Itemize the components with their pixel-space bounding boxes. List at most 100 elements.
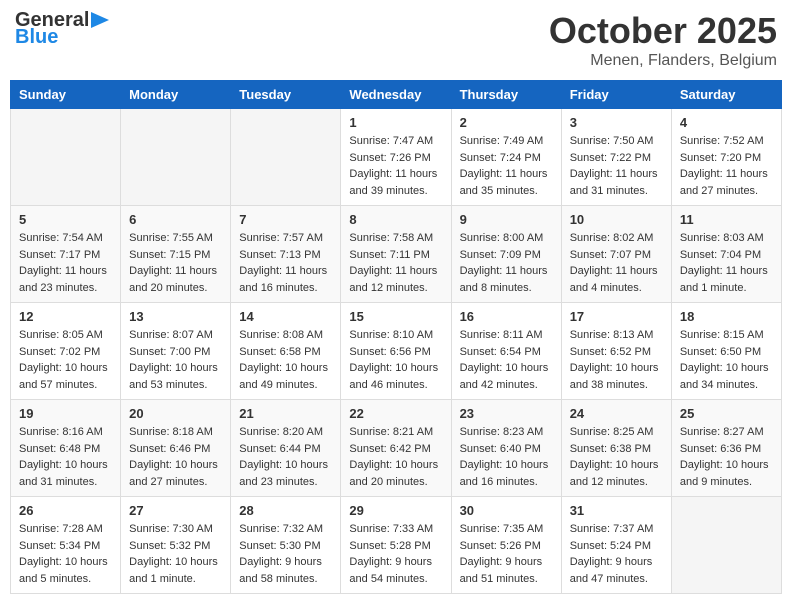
day-number: 21 <box>239 406 332 421</box>
calendar-cell: 2 Sunrise: 7:49 AM Sunset: 7:24 PM Daylig… <box>451 109 561 206</box>
day-number: 19 <box>19 406 112 421</box>
day-info: Sunrise: 7:50 AM Sunset: 7:22 PM Dayligh… <box>570 133 663 199</box>
day-info: Sunrise: 7:33 AM Sunset: 5:28 PM Dayligh… <box>349 521 442 587</box>
calendar-header-row: SundayMondayTuesdayWednesdayThursdayFrid… <box>11 81 782 109</box>
calendar-cell: 18 Sunrise: 8:15 AM Sunset: 6:50 PM Dayli… <box>671 303 781 400</box>
day-number: 30 <box>460 503 553 518</box>
calendar-cell: 3Sunrise: 7:50 AM Sunset: 7:22 PM Daylig… <box>561 109 671 206</box>
calendar-cell: 6 Sunrise: 7:55 AM Sunset: 7:15 PM Daylig… <box>121 206 231 303</box>
calendar-cell: 11 Sunrise: 8:03 AM Sunset: 7:04 PM Dayli… <box>671 206 781 303</box>
day-number: 12 <box>19 309 112 324</box>
day-info: Sunrise: 8:23 AM Sunset: 6:40 PM Dayligh… <box>460 424 553 490</box>
calendar-week-2: 5 Sunrise: 7:54 AM Sunset: 7:17 PM Daylig… <box>11 206 782 303</box>
title-section: October 2025 Menen, Flanders, Belgium <box>549 10 777 70</box>
location-text: Menen, Flanders, Belgium <box>549 52 777 70</box>
day-info: Sunrise: 8:03 AM Sunset: 7:04 PM Dayligh… <box>680 230 773 296</box>
day-number: 26 <box>19 503 112 518</box>
day-number: 13 <box>129 309 222 324</box>
day-info: Sunrise: 7:54 AM Sunset: 7:17 PM Dayligh… <box>19 230 112 296</box>
logo-arrow-icon <box>91 12 109 28</box>
day-number: 16 <box>460 309 553 324</box>
day-info: Sunrise: 8:02 AM Sunset: 7:07 PM Dayligh… <box>570 230 663 296</box>
calendar-cell: 10 Sunrise: 8:02 AM Sunset: 7:07 PM Dayli… <box>561 206 671 303</box>
day-info: Sunrise: 8:08 AM Sunset: 6:58 PM Dayligh… <box>239 327 332 393</box>
calendar-cell: 24 Sunrise: 8:25 AM Sunset: 6:38 PM Dayli… <box>561 400 671 497</box>
day-number: 29 <box>349 503 442 518</box>
day-number: 10 <box>570 212 663 227</box>
calendar-week-3: 12 Sunrise: 8:05 AM Sunset: 7:02 PM Dayli… <box>11 303 782 400</box>
day-info: Sunrise: 7:58 AM Sunset: 7:11 PM Dayligh… <box>349 230 442 296</box>
day-info: Sunrise: 8:00 AM Sunset: 7:09 PM Dayligh… <box>460 230 553 296</box>
calendar-cell: 28 Sunrise: 7:32 AM Sunset: 5:30 PM Dayli… <box>231 497 341 594</box>
day-number: 25 <box>680 406 773 421</box>
calendar-week-4: 19 Sunrise: 8:16 AM Sunset: 6:48 PM Dayli… <box>11 400 782 497</box>
calendar-cell: 22 Sunrise: 8:21 AM Sunset: 6:42 PM Dayli… <box>341 400 451 497</box>
calendar-table: SundayMondayTuesdayWednesdayThursdayFrid… <box>10 80 782 594</box>
calendar-cell: 23 Sunrise: 8:23 AM Sunset: 6:40 PM Dayli… <box>451 400 561 497</box>
calendar-header-saturday: Saturday <box>671 81 781 109</box>
day-number: 17 <box>570 309 663 324</box>
calendar-cell: 5 Sunrise: 7:54 AM Sunset: 7:17 PM Daylig… <box>11 206 121 303</box>
calendar-cell: 1 Sunrise: 7:47 AM Sunset: 7:26 PM Daylig… <box>341 109 451 206</box>
day-number: 1 <box>349 115 442 130</box>
calendar-header-wednesday: Wednesday <box>341 81 451 109</box>
day-number: 23 <box>460 406 553 421</box>
calendar-cell: 12 Sunrise: 8:05 AM Sunset: 7:02 PM Dayli… <box>11 303 121 400</box>
logo-blue-text: Blue <box>15 26 58 49</box>
calendar-cell: 27 Sunrise: 7:30 AM Sunset: 5:32 PM Dayli… <box>121 497 231 594</box>
calendar-header-monday: Monday <box>121 81 231 109</box>
calendar-header-sunday: Sunday <box>11 81 121 109</box>
day-info: Sunrise: 8:11 AM Sunset: 6:54 PM Dayligh… <box>460 327 553 393</box>
day-number: 11 <box>680 212 773 227</box>
calendar-cell: 26Sunrise: 7:28 AM Sunset: 5:34 PM Dayli… <box>11 497 121 594</box>
calendar-week-5: 26Sunrise: 7:28 AM Sunset: 5:34 PM Dayli… <box>11 497 782 594</box>
day-number: 27 <box>129 503 222 518</box>
logo: General Blue <box>15 10 109 49</box>
day-number: 22 <box>349 406 442 421</box>
calendar-header-thursday: Thursday <box>451 81 561 109</box>
calendar-header-friday: Friday <box>561 81 671 109</box>
day-number: 6 <box>129 212 222 227</box>
day-number: 28 <box>239 503 332 518</box>
calendar-cell: 29 Sunrise: 7:33 AM Sunset: 5:28 PM Dayli… <box>341 497 451 594</box>
day-number: 9 <box>460 212 553 227</box>
day-number: 20 <box>129 406 222 421</box>
day-number: 2 <box>460 115 553 130</box>
day-number: 4 <box>680 115 773 130</box>
day-info: Sunrise: 7:32 AM Sunset: 5:30 PM Dayligh… <box>239 521 332 587</box>
calendar-header-tuesday: Tuesday <box>231 81 341 109</box>
day-info: Sunrise: 8:20 AM Sunset: 6:44 PM Dayligh… <box>239 424 332 490</box>
day-number: 24 <box>570 406 663 421</box>
day-info: Sunrise: 7:47 AM Sunset: 7:26 PM Dayligh… <box>349 133 442 199</box>
day-number: 15 <box>349 309 442 324</box>
day-info: Sunrise: 8:21 AM Sunset: 6:42 PM Dayligh… <box>349 424 442 490</box>
calendar-cell: 4 Sunrise: 7:52 AM Sunset: 7:20 PM Daylig… <box>671 109 781 206</box>
month-title: October 2025 <box>549 10 777 52</box>
day-info: Sunrise: 8:15 AM Sunset: 6:50 PM Dayligh… <box>680 327 773 393</box>
calendar-cell: 25Sunrise: 8:27 AM Sunset: 6:36 PM Dayli… <box>671 400 781 497</box>
calendar-cell: 7Sunrise: 7:57 AM Sunset: 7:13 PM Daylig… <box>231 206 341 303</box>
day-info: Sunrise: 7:57 AM Sunset: 7:13 PM Dayligh… <box>239 230 332 296</box>
calendar-cell: 31Sunrise: 7:37 AM Sunset: 5:24 PM Dayli… <box>561 497 671 594</box>
calendar-cell: 13Sunrise: 8:07 AM Sunset: 7:00 PM Dayli… <box>121 303 231 400</box>
day-info: Sunrise: 8:13 AM Sunset: 6:52 PM Dayligh… <box>570 327 663 393</box>
day-info: Sunrise: 8:05 AM Sunset: 7:02 PM Dayligh… <box>19 327 112 393</box>
day-info: Sunrise: 8:18 AM Sunset: 6:46 PM Dayligh… <box>129 424 222 490</box>
day-info: Sunrise: 8:25 AM Sunset: 6:38 PM Dayligh… <box>570 424 663 490</box>
day-info: Sunrise: 7:30 AM Sunset: 5:32 PM Dayligh… <box>129 521 222 587</box>
day-info: Sunrise: 7:52 AM Sunset: 7:20 PM Dayligh… <box>680 133 773 199</box>
day-number: 18 <box>680 309 773 324</box>
day-number: 8 <box>349 212 442 227</box>
day-number: 5 <box>19 212 112 227</box>
day-info: Sunrise: 7:49 AM Sunset: 7:24 PM Dayligh… <box>460 133 553 199</box>
calendar-cell: 19 Sunrise: 8:16 AM Sunset: 6:48 PM Dayli… <box>11 400 121 497</box>
calendar-cell: 15Sunrise: 8:10 AM Sunset: 6:56 PM Dayli… <box>341 303 451 400</box>
calendar-week-1: 1 Sunrise: 7:47 AM Sunset: 7:26 PM Daylig… <box>11 109 782 206</box>
calendar-cell: 16 Sunrise: 8:11 AM Sunset: 6:54 PM Dayli… <box>451 303 561 400</box>
day-info: Sunrise: 7:35 AM Sunset: 5:26 PM Dayligh… <box>460 521 553 587</box>
day-info: Sunrise: 7:55 AM Sunset: 7:15 PM Dayligh… <box>129 230 222 296</box>
calendar-cell: 9 Sunrise: 8:00 AM Sunset: 7:09 PM Daylig… <box>451 206 561 303</box>
calendar-cell <box>231 109 341 206</box>
day-info: Sunrise: 7:37 AM Sunset: 5:24 PM Dayligh… <box>570 521 663 587</box>
day-info: Sunrise: 8:16 AM Sunset: 6:48 PM Dayligh… <box>19 424 112 490</box>
